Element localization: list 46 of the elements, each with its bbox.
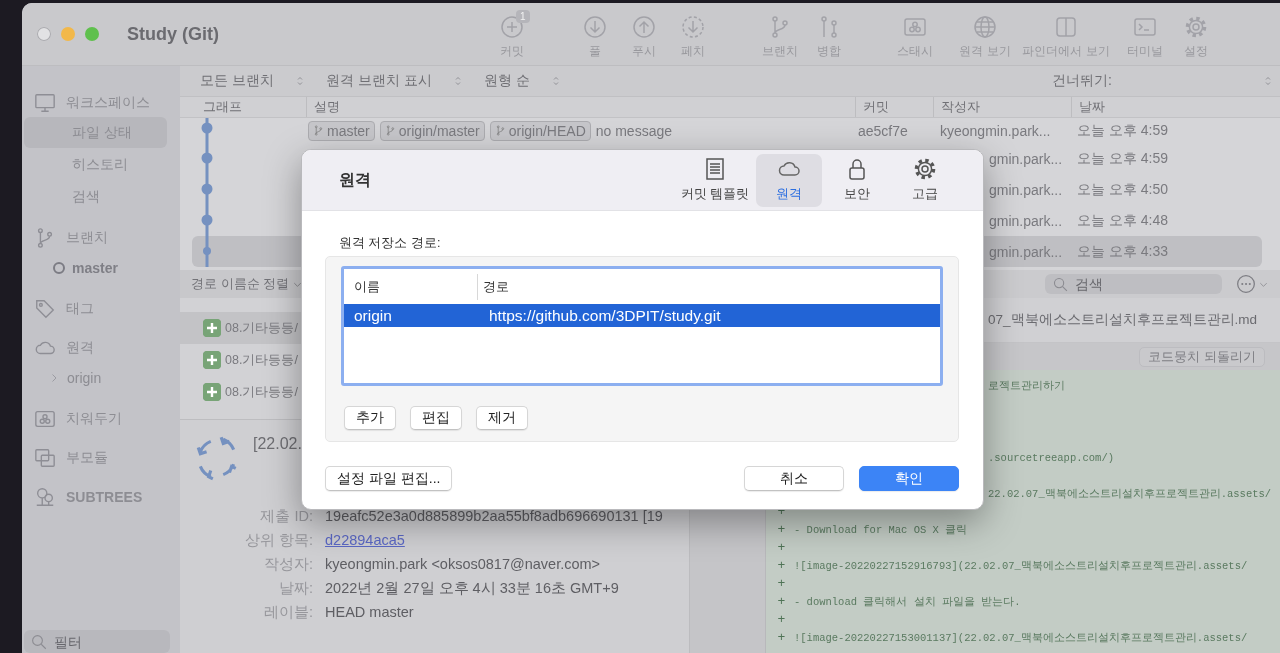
commit-date: 오늘 오후 4:50 xyxy=(1077,180,1169,197)
branch-label: master xyxy=(327,122,370,139)
section-label: 원격 저장소 경로: xyxy=(339,235,442,252)
diff-line: ![image-20220227153001137](22.02.07_맥북에소스트리설치후프로젝트관리.assets/ xyxy=(794,631,1248,646)
field-value: 2022년 2월 27일 오후 4시 33분 16초 GMT+9 xyxy=(325,579,620,598)
field-label: 작성자: xyxy=(262,555,313,574)
author-name: kyeongmin.park... xyxy=(940,122,1051,139)
diff-line: 22.02.07_맥북에소스트리설치후프로젝트관리.assets/ xyxy=(988,487,1272,502)
author-name: gmin.park... xyxy=(989,181,1063,198)
branch-label: origin/HEAD xyxy=(508,122,586,139)
field-value: 19eafc52e3a0d885899b2aa55bf8adb696690131 [19 xyxy=(325,507,664,526)
diff-line: .sourcetreeapp.com/) xyxy=(988,451,1115,466)
field-value: HEAD master xyxy=(325,603,415,622)
file-name: 07_맥북에소스트리설치후프로젝트관리.md xyxy=(988,311,1258,329)
diff-line: ![image-20220227152916793](22.02.07_맥북에소스트리설치후프로젝트관리.assets/ xyxy=(794,559,1248,574)
field-label: 레이블: xyxy=(262,603,313,622)
added-marker: + xyxy=(776,539,787,557)
diff-line: - download 클릭해서 설치 파일을 받는다. xyxy=(794,595,1021,610)
commit-hash: ae5cf7e xyxy=(858,122,908,139)
commit-date: 오늘 오후 4:33 xyxy=(1077,242,1169,259)
added-marker: + xyxy=(776,629,787,647)
remote-name: origin xyxy=(353,306,393,325)
commit-date: 오늘 오후 4:48 xyxy=(1077,211,1169,228)
author-name: gmin.park... xyxy=(989,212,1063,229)
file-path: 08.기타등등/ xyxy=(225,319,298,337)
author-name: gmin.park... xyxy=(989,243,1063,260)
commit-date: 오늘 오후 4:59 xyxy=(1077,121,1169,138)
dialog-title: 원격 xyxy=(339,169,371,190)
file-path: 08.기타등등/ xyxy=(225,351,298,369)
diff-line: 로젝트관리하기 xyxy=(988,379,1065,394)
commit-date: 오늘 오후 4:59 xyxy=(1077,149,1169,166)
branch-label: origin/master xyxy=(398,122,480,139)
file-path: 08.기타등등/ xyxy=(225,383,298,401)
commit-title: [22.02. xyxy=(253,435,302,454)
remote-url: https://github.com/3DPIT/study.git xyxy=(488,306,722,325)
field-label: 날짜: xyxy=(277,579,313,598)
added-marker: + xyxy=(776,557,787,575)
diff-line: - Download for Mac OS X 클릭 xyxy=(794,523,968,538)
window-title: Study (Git) xyxy=(127,23,220,45)
author-name: gmin.park... xyxy=(989,150,1063,167)
added-marker: + xyxy=(776,521,787,539)
added-marker: + xyxy=(776,593,787,611)
commit-message: no message xyxy=(595,122,673,139)
added-marker: + xyxy=(776,611,787,629)
field-value: kyeongmin.park <oksos0817@naver.com> xyxy=(325,555,602,574)
added-marker: + xyxy=(776,575,787,593)
